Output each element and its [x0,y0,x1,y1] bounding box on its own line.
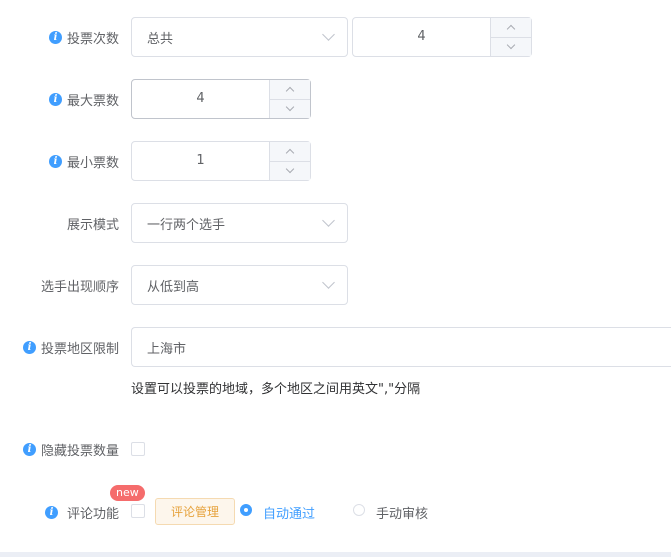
hide-count-checkbox[interactable] [131,442,145,456]
bottom-divider [0,552,671,557]
select-value: 从低到高 [147,279,200,295]
manual-review-label[interactable]: 手动审核 [376,503,428,522]
increment-button[interactable] [491,18,531,38]
region-help-text: 设置可以投票的地域，多个地区之间用英文","分隔 [131,382,421,397]
info-icon[interactable]: i [48,154,62,168]
select-value: 总共 [147,31,174,47]
auto-approve-radio[interactable] [240,504,252,516]
order-select[interactable]: 从低到高 [131,265,348,305]
manual-review-radio[interactable] [353,504,365,516]
min-votes-label: i 最小票数 [48,141,119,181]
chevron-up-icon [285,86,295,95]
display-mode-select[interactable]: 一行两个选手 [131,203,348,243]
chevron-down-icon [322,276,335,289]
chevron-up-icon [506,24,516,33]
vote-count-stepper[interactable]: 4 [352,17,532,57]
comment-label: i 评论功能 [44,492,119,532]
info-icon[interactable]: i [22,340,36,354]
auto-approve-label[interactable]: 自动通过 [263,503,315,522]
min-votes-stepper[interactable]: 1 [131,141,311,181]
info-icon[interactable]: i [48,92,62,106]
comment-manage-button[interactable]: 评论管理 [155,498,235,525]
max-votes-label: i 最大票数 [48,79,119,119]
decrement-button[interactable] [270,162,310,181]
comment-checkbox[interactable] [131,504,145,518]
stepper-value[interactable]: 4 [353,18,490,56]
max-votes-stepper[interactable]: 4 [131,79,311,119]
chevron-down-icon [285,103,295,112]
info-icon[interactable]: i [48,30,62,44]
chevron-down-icon [506,41,516,50]
region-label: i 投票地区限制 [22,327,119,367]
stepper-value[interactable]: 1 [132,142,269,180]
decrement-button[interactable] [270,100,310,119]
info-icon[interactable]: i [44,505,58,519]
region-input-value: 上海市 [147,341,187,357]
vote-count-label: i 投票次数 [48,17,119,57]
order-label: 选手出现顺序 [40,279,119,295]
increment-button[interactable] [270,142,310,162]
select-value: 一行两个选手 [147,217,226,233]
stepper-value[interactable]: 4 [132,80,269,118]
display-mode-label: 展示模式 [66,217,119,233]
chevron-up-icon [285,148,295,157]
vote-count-period-select[interactable]: 总共 [131,17,348,57]
chevron-down-icon [322,28,335,41]
chevron-down-icon [322,214,335,227]
decrement-button[interactable] [491,38,531,57]
region-input[interactable]: 上海市 [131,327,671,367]
hide-count-label: i 隐藏投票数量 [22,429,119,469]
chevron-down-icon [285,165,295,174]
increment-button[interactable] [270,80,310,100]
info-icon[interactable]: i [22,442,36,456]
